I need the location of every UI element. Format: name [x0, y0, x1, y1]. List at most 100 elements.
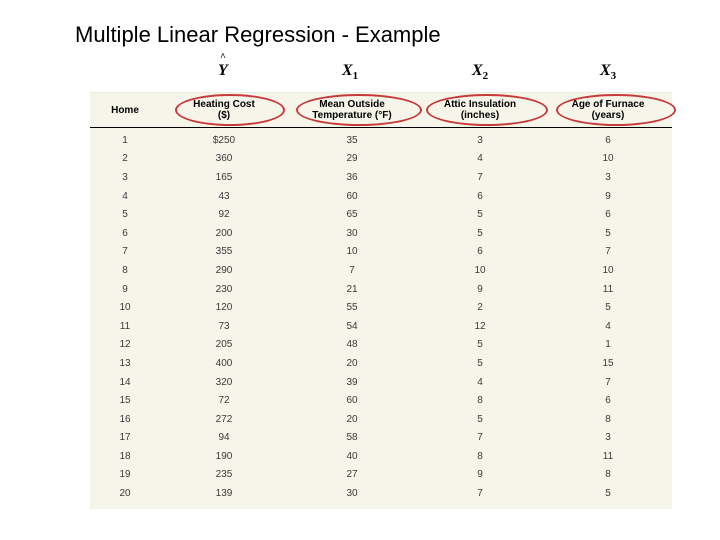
cell-heating-cost: 320 — [160, 377, 288, 388]
cell-home: 19 — [90, 469, 160, 480]
cell-mean-temp: 58 — [288, 432, 416, 443]
cell-home: 2 — [90, 153, 160, 164]
cell-mean-temp: 40 — [288, 451, 416, 462]
cell-age-furnace: 3 — [544, 432, 672, 443]
cell-heating-cost: 290 — [160, 265, 288, 276]
cell-home: 7 — [90, 246, 160, 257]
table-row: 117354124 — [90, 317, 672, 336]
table-row: 1819040811 — [90, 447, 672, 466]
cell-heating-cost: 92 — [160, 209, 288, 220]
header-heating-l2: ($) — [160, 110, 288, 121]
cell-age-furnace: 8 — [544, 469, 672, 480]
cell-home: 9 — [90, 284, 160, 295]
cell-age-furnace: 7 — [544, 246, 672, 257]
header-attic-l2: (inches) — [416, 110, 544, 121]
table-row: 122054851 — [90, 336, 672, 355]
cell-age-furnace: 5 — [544, 302, 672, 313]
cell-attic-insulation: 4 — [416, 153, 544, 164]
table-row: 31653673 — [90, 168, 672, 187]
cell-mean-temp: 39 — [288, 377, 416, 388]
cell-mean-temp: 20 — [288, 414, 416, 425]
header-heating-cost: Heating Cost ($) — [160, 99, 288, 121]
cell-home: 1 — [90, 135, 160, 146]
cell-home: 16 — [90, 414, 160, 425]
cell-heating-cost: 230 — [160, 284, 288, 295]
cell-heating-cost: 360 — [160, 153, 288, 164]
cell-heating-cost: 400 — [160, 358, 288, 369]
cell-mean-temp: 65 — [288, 209, 416, 220]
header-mean-temp: Mean Outside Temperature (°F) — [288, 99, 416, 121]
cell-age-furnace: 6 — [544, 395, 672, 406]
x1-base: X — [342, 62, 353, 79]
cell-heating-cost: 94 — [160, 432, 288, 443]
cell-heating-cost: 165 — [160, 172, 288, 183]
cell-mean-temp: 30 — [288, 228, 416, 239]
table-row: 829071010 — [90, 261, 672, 280]
cell-age-furnace: 5 — [544, 488, 672, 499]
cell-mean-temp: 36 — [288, 172, 416, 183]
cell-mean-temp: 7 — [288, 265, 416, 276]
table-row: 923021911 — [90, 280, 672, 299]
cell-heating-cost: $250 — [160, 135, 288, 146]
header-attic-insulation: Attic Insulation (inches) — [416, 99, 544, 121]
cell-age-furnace: 11 — [544, 284, 672, 295]
cell-heating-cost: 235 — [160, 469, 288, 480]
cell-heating-cost: 72 — [160, 395, 288, 406]
cell-attic-insulation: 10 — [416, 265, 544, 276]
cell-attic-insulation: 5 — [416, 358, 544, 369]
cell-age-furnace: 8 — [544, 414, 672, 425]
cell-mean-temp: 60 — [288, 395, 416, 406]
cell-attic-insulation: 9 — [416, 469, 544, 480]
cell-home: 8 — [90, 265, 160, 276]
cell-attic-insulation: 5 — [416, 414, 544, 425]
cell-age-furnace: 6 — [544, 135, 672, 146]
cell-age-furnace: 7 — [544, 377, 672, 388]
cell-age-furnace: 4 — [544, 321, 672, 332]
cell-home: 17 — [90, 432, 160, 443]
cell-mean-temp: 21 — [288, 284, 416, 295]
cell-age-furnace: 5 — [544, 228, 672, 239]
cell-age-furnace: 15 — [544, 358, 672, 369]
cell-attic-insulation: 3 — [416, 135, 544, 146]
cell-home: 12 — [90, 339, 160, 350]
cell-heating-cost: 73 — [160, 321, 288, 332]
cell-attic-insulation: 9 — [416, 284, 544, 295]
cell-mean-temp: 48 — [288, 339, 416, 350]
cell-mean-temp: 29 — [288, 153, 416, 164]
cell-attic-insulation: 7 — [416, 432, 544, 443]
x2-sub: 2 — [483, 70, 489, 82]
table-body: 1$25035362360294103165367344360695926556… — [90, 128, 672, 509]
cell-mean-temp: 30 — [288, 488, 416, 499]
cell-attic-insulation: 8 — [416, 451, 544, 462]
data-table: Home Heating Cost ($) Mean Outside Tempe… — [90, 92, 672, 509]
table-row: 201393075 — [90, 484, 672, 503]
table-row: 236029410 — [90, 150, 672, 169]
table-row: 17945873 — [90, 429, 672, 448]
cell-home: 20 — [90, 488, 160, 499]
cell-mean-temp: 55 — [288, 302, 416, 313]
x2-label: X2 — [472, 62, 488, 82]
table-row: 62003055 — [90, 224, 672, 243]
cell-attic-insulation: 6 — [416, 246, 544, 257]
table-row: 101205525 — [90, 298, 672, 317]
cell-mean-temp: 54 — [288, 321, 416, 332]
cell-age-furnace: 9 — [544, 191, 672, 202]
table-row: 73551067 — [90, 243, 672, 262]
header-attic-l1: Attic Insulation — [416, 99, 544, 110]
header-temp-l2: Temperature (°F) — [288, 110, 416, 121]
table-row: 5926556 — [90, 205, 672, 224]
cell-mean-temp: 27 — [288, 469, 416, 480]
table-row: 15726086 — [90, 391, 672, 410]
cell-mean-temp: 35 — [288, 135, 416, 146]
cell-heating-cost: 272 — [160, 414, 288, 425]
cell-mean-temp: 10 — [288, 246, 416, 257]
cell-heating-cost: 205 — [160, 339, 288, 350]
table-row: 1$2503536 — [90, 131, 672, 150]
cell-home: 4 — [90, 191, 160, 202]
cell-heating-cost: 139 — [160, 488, 288, 499]
cell-heating-cost: 43 — [160, 191, 288, 202]
variable-labels-row: ^Y X1 X2 X3 — [0, 62, 720, 92]
table-row: 4436069 — [90, 187, 672, 206]
header-age-l1: Age of Furnace — [544, 99, 672, 110]
cell-age-furnace: 10 — [544, 265, 672, 276]
